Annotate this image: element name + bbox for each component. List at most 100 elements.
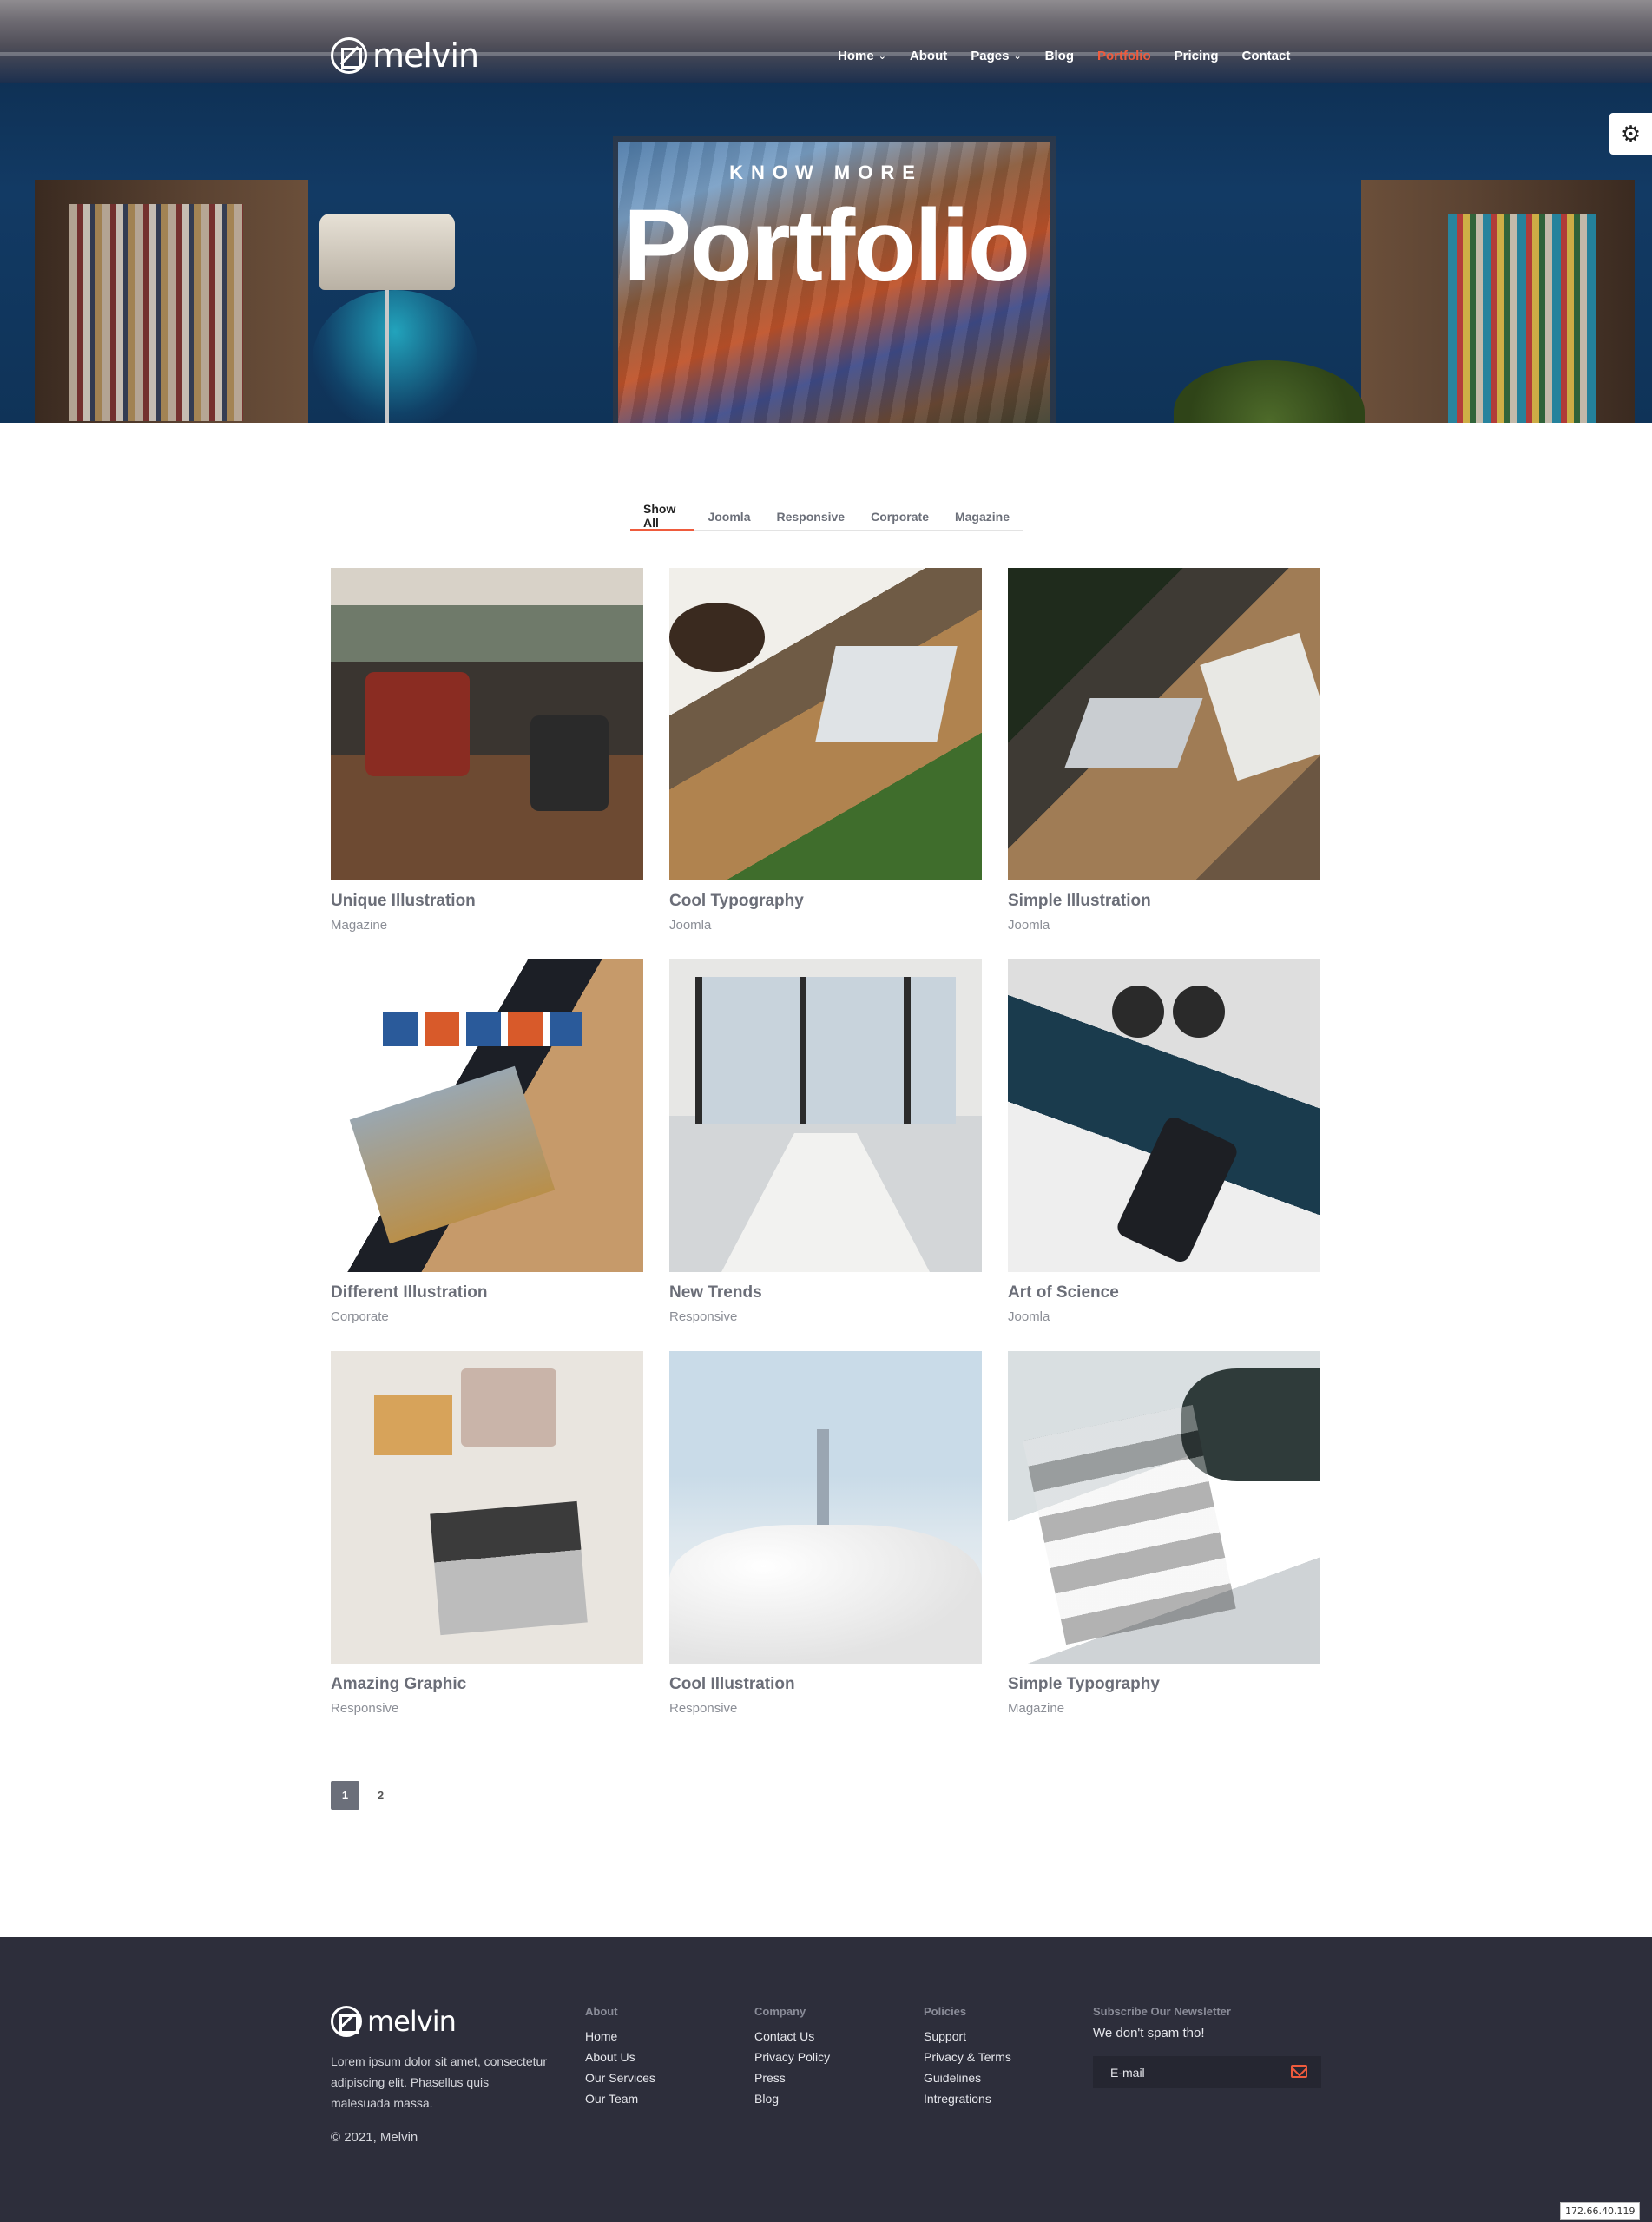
portfolio-title[interactable]: Simple Typography <box>1008 1675 1320 1694</box>
footer-column-policies: Policies Support Privacy & Terms Guideli… <box>924 2005 1011 2109</box>
filter-tab-magazine[interactable]: Magazine <box>942 502 1023 531</box>
footer-link-our-services[interactable]: Our Services <box>585 2067 655 2088</box>
portfolio-title[interactable]: Amazing Graphic <box>331 1675 643 1694</box>
footer-link-our-team[interactable]: Our Team <box>585 2088 655 2109</box>
nav-item-label: Pricing <box>1174 48 1219 63</box>
hero-ceiling-molding <box>0 52 1652 56</box>
footer-link-guidelines[interactable]: Guidelines <box>924 2067 1011 2088</box>
nav-item-label: About <box>909 48 948 63</box>
portfolio-thumbnail[interactable] <box>669 959 982 1272</box>
footer-column-about: About Home About Us Our Services Our Tea… <box>585 2005 655 2109</box>
filter-tab-show-all[interactable]: Show All <box>630 502 695 531</box>
nav-item-home[interactable]: Home ⌄ <box>838 49 886 63</box>
pagination: 1 2 <box>331 1781 395 1810</box>
newsletter-email-input[interactable] <box>1110 2065 1275 2080</box>
portfolio-category: Joomla <box>1008 1309 1050 1324</box>
portfolio-title[interactable]: New Trends <box>669 1283 982 1302</box>
logo-wordmark: melvin <box>372 36 479 75</box>
nav-item-pricing[interactable]: Pricing <box>1175 49 1219 63</box>
filter-tab-joomla[interactable]: Joomla <box>694 502 763 531</box>
site-logo[interactable]: melvin <box>331 36 479 75</box>
footer-link-integrations[interactable]: Intregrations <box>924 2088 1011 2109</box>
settings-panel-toggle[interactable]: ⚙ <box>1609 113 1652 155</box>
footer-link-privacy-policy[interactable]: Privacy Policy <box>754 2047 830 2067</box>
portfolio-thumbnail[interactable] <box>1008 959 1320 1272</box>
portfolio-category: Corporate <box>331 1309 389 1324</box>
hero-banner: melvin Home ⌄ About Pages ⌄ Blog Portfol… <box>0 0 1652 423</box>
page-button-1[interactable]: 1 <box>331 1781 359 1810</box>
envelope-icon[interactable] <box>1291 2065 1307 2078</box>
hero-plant <box>1174 360 1365 423</box>
nav-item-label: Pages <box>971 48 1010 63</box>
footer-column-heading: Policies <box>924 2005 967 2018</box>
portfolio-title[interactable]: Different Illustration <box>331 1283 643 1302</box>
portfolio-card: Simple Illustration Joomla <box>1008 568 1320 933</box>
portfolio-card: Cool Typography Joomla <box>669 568 982 933</box>
portfolio-thumbnail[interactable] <box>1008 568 1320 880</box>
nav-item-about[interactable]: About <box>910 49 947 63</box>
portfolio-title[interactable]: Cool Typography <box>669 892 982 911</box>
portfolio-thumbnail[interactable] <box>331 568 643 880</box>
portfolio-card: Simple Typography Magazine <box>1008 1351 1320 1716</box>
page-title: Portfolio <box>622 188 1030 303</box>
chevron-down-icon: ⌄ <box>1013 50 1022 62</box>
portfolio-category: Joomla <box>1008 918 1050 933</box>
footer-copyright: © 2021, Melvin <box>331 2130 418 2145</box>
portfolio-title[interactable]: Unique Illustration <box>331 892 643 911</box>
filter-tab-responsive[interactable]: Responsive <box>763 502 858 531</box>
footer-newsletter: Subscribe Our Newsletter We don't spam t… <box>1093 2005 1321 2088</box>
portfolio-card: Unique Illustration Magazine <box>331 568 643 933</box>
nav-item-portfolio[interactable]: Portfolio <box>1097 49 1151 63</box>
nav-item-label: Blog <box>1044 48 1074 63</box>
portfolio-card: Art of Science Joomla <box>1008 959 1320 1324</box>
portfolio-thumbnail[interactable] <box>331 1351 643 1664</box>
portfolio-category: Magazine <box>331 918 388 933</box>
main-nav: Home ⌄ About Pages ⌄ Blog Portfolio Pric… <box>838 45 1290 66</box>
hero-kicker: KNOW MORE <box>729 162 923 183</box>
portfolio-title[interactable]: Art of Science <box>1008 1283 1320 1302</box>
footer-description: Lorem ipsum dolor sit amet, consectetur … <box>331 2054 547 2110</box>
portfolio-filter-tabs: Show All Joomla Responsive Corporate Mag… <box>630 502 1023 531</box>
hero-lamp-glow <box>313 290 477 423</box>
newsletter-subtext: We don't spam tho! <box>1093 2026 1205 2041</box>
chevron-down-icon: ⌄ <box>878 50 886 62</box>
portfolio-category: Magazine <box>1008 1701 1065 1716</box>
portfolio-category: Joomla <box>669 918 712 933</box>
nav-item-label: Home <box>838 48 874 63</box>
gear-icon: ⚙ <box>1620 120 1642 147</box>
ip-address-badge: 172.66.40.119 <box>1560 2202 1641 2220</box>
portfolio-card: Different Illustration Corporate <box>331 959 643 1324</box>
logo-wordmark: melvin <box>367 2005 457 2038</box>
newsletter-form <box>1093 2056 1321 2088</box>
site-footer: melvin Lorem ipsum dolor sit amet, conse… <box>0 1937 1652 2222</box>
nav-item-blog[interactable]: Blog <box>1045 49 1074 63</box>
portfolio-category: Responsive <box>331 1701 399 1716</box>
filter-tab-corporate[interactable]: Corporate <box>858 502 942 531</box>
footer-column-company: Company Contact Us Privacy Policy Press … <box>754 2005 830 2109</box>
hero-ceiling <box>0 0 1652 83</box>
footer-logo[interactable]: melvin <box>331 2005 457 2038</box>
footer-link-contact-us[interactable]: Contact Us <box>754 2026 830 2047</box>
footer-link-home[interactable]: Home <box>585 2026 655 2047</box>
logo-mark-icon <box>331 2006 362 2037</box>
portfolio-category: Responsive <box>669 1309 738 1324</box>
portfolio-card: Amazing Graphic Responsive <box>331 1351 643 1716</box>
page-button-2[interactable]: 2 <box>366 1781 395 1810</box>
portfolio-thumbnail[interactable] <box>331 959 643 1272</box>
portfolio-thumbnail[interactable] <box>669 568 982 880</box>
footer-link-about-us[interactable]: About Us <box>585 2047 655 2067</box>
newsletter-heading: Subscribe Our Newsletter <box>1093 2005 1231 2018</box>
portfolio-title[interactable]: Simple Illustration <box>1008 892 1320 911</box>
nav-item-contact[interactable]: Contact <box>1242 49 1291 63</box>
logo-mark-icon <box>331 37 367 74</box>
portfolio-thumbnail[interactable] <box>1008 1351 1320 1664</box>
portfolio-title[interactable]: Cool Illustration <box>669 1675 982 1694</box>
footer-link-support[interactable]: Support <box>924 2026 1011 2047</box>
nav-item-label: Portfolio <box>1096 48 1151 63</box>
footer-link-press[interactable]: Press <box>754 2067 830 2088</box>
footer-link-blog[interactable]: Blog <box>754 2088 830 2109</box>
portfolio-card: New Trends Responsive <box>669 959 982 1324</box>
portfolio-thumbnail[interactable] <box>669 1351 982 1664</box>
footer-link-privacy-terms[interactable]: Privacy & Terms <box>924 2047 1011 2067</box>
nav-item-pages[interactable]: Pages ⌄ <box>971 49 1021 63</box>
